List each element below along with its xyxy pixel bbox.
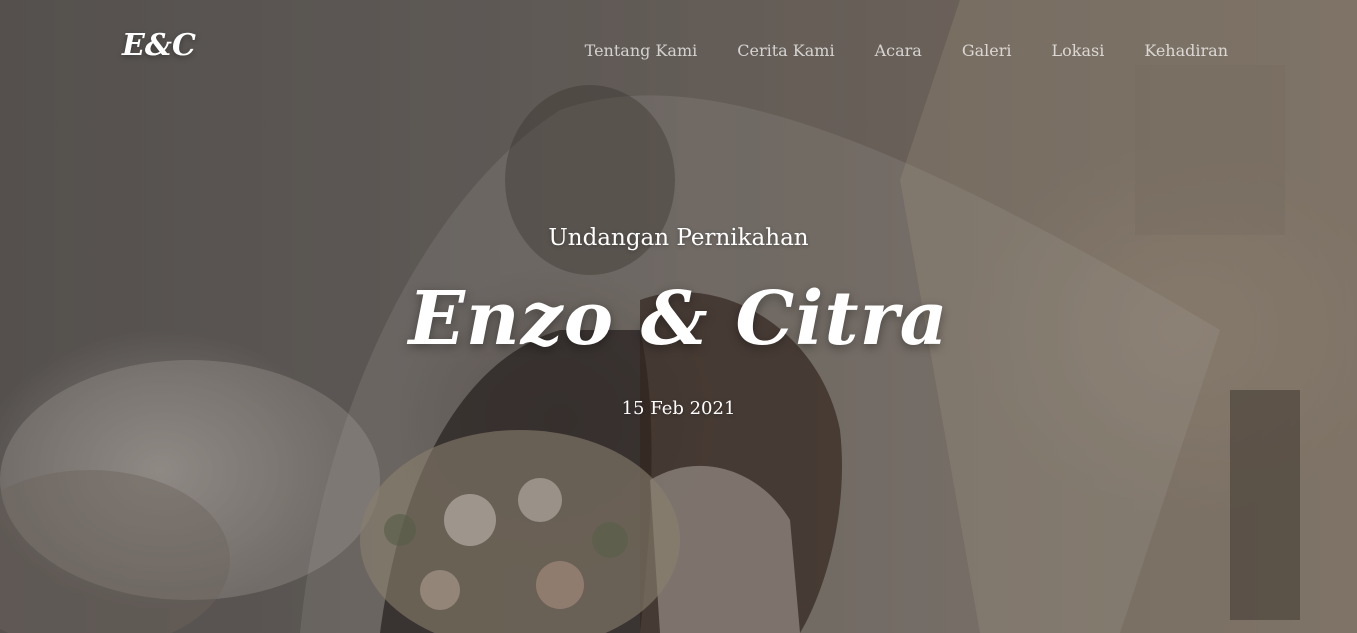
nav-link-galeri[interactable]: Galeri <box>962 41 1012 60</box>
nav-link-tentang-kami[interactable]: Tentang Kami <box>585 41 698 60</box>
top-navbar: E&C Tentang Kami Cerita Kami Acara Galer… <box>0 0 1357 100</box>
couple-names: Enzo & Citra <box>408 276 949 362</box>
nav-link-lokasi[interactable]: Lokasi <box>1051 41 1104 60</box>
nav-menu: Tentang Kami Cerita Kami Acara Galeri Lo… <box>585 41 1228 60</box>
brand-logo[interactable]: E&C <box>122 28 196 63</box>
nav-link-kehadiran[interactable]: Kehadiran <box>1144 41 1228 60</box>
wedding-date: 15 Feb 2021 <box>621 398 736 419</box>
hero-section: E&C Tentang Kami Cerita Kami Acara Galer… <box>0 0 1357 633</box>
nav-link-acara[interactable]: Acara <box>875 41 922 60</box>
hero-subtitle: Undangan Pernikahan <box>548 225 809 251</box>
nav-link-cerita-kami[interactable]: Cerita Kami <box>737 41 834 60</box>
